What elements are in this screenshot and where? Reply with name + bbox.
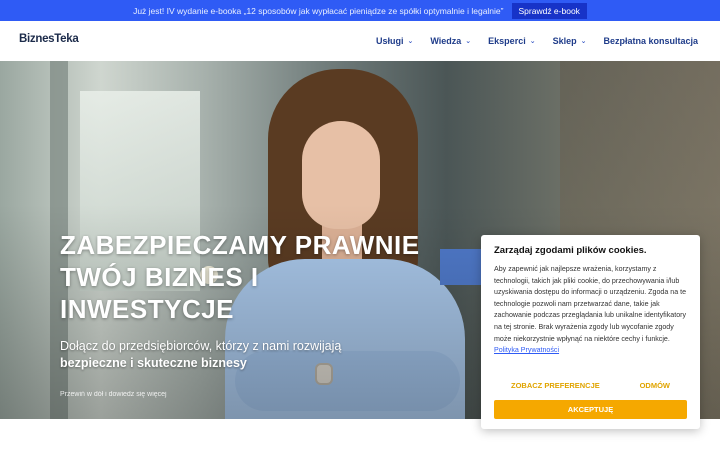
hero-title-line: ZABEZPIECZAMY PRAWNIE <box>60 230 420 260</box>
hero-title-line: TWÓJ BIZNES I <box>60 262 259 292</box>
privacy-policy-link[interactable]: Polityka Prywatności <box>494 346 559 354</box>
nav-item-label: Wiedza <box>430 36 462 46</box>
nav-item-label: Eksperci <box>488 36 526 46</box>
hero-subtitle-bold: bezpieczne i skuteczne biznesy <box>60 356 247 370</box>
chevron-down-icon: ⌄ <box>529 38 536 45</box>
hero-title: ZABEZPIECZAMY PRAWNIE TWÓJ BIZNES I INWE… <box>60 229 440 325</box>
cookie-body: Aby zapewnić jak najlepsze wrażenia, kor… <box>494 264 687 357</box>
cookie-accept-button[interactable]: AKCEPTUJĘ <box>494 400 687 419</box>
site-header: BiznesTeka Usługi ⌄ Wiedza ⌄ Eksperci ⌄ … <box>0 21 720 61</box>
cookie-actions: ZOBACZ PREFERENCJE ODMÓW <box>494 381 687 390</box>
nav-item-sklep[interactable]: Sklep ⌄ <box>553 36 587 46</box>
nav-item-label: Usługi <box>375 36 404 46</box>
chevron-down-icon: ⌄ <box>407 38 414 45</box>
promo-text: Już jest! IV wydanie e-booka „12 sposobó… <box>133 5 504 16</box>
cookie-body-text: Aby zapewnić jak najlepsze wrażenia, kor… <box>494 265 687 343</box>
promo-bar: Już jest! IV wydanie e-booka „12 sposobó… <box>0 0 720 21</box>
nav-item-label: Bezpłatna konsultacja <box>603 36 698 46</box>
hero-title-line: INWESTYCJE <box>60 294 235 324</box>
nav-item-wiedza[interactable]: Wiedza ⌄ <box>430 36 471 46</box>
nav-item-uslugi[interactable]: Usługi ⌄ <box>376 36 413 46</box>
cookie-deny-button[interactable]: ODMÓW <box>640 381 670 390</box>
cookie-preferences-button[interactable]: ZOBACZ PREFERENCJE <box>511 381 600 390</box>
nav-item-konsultacja[interactable]: Bezpłatna konsultacja <box>603 36 698 46</box>
cookie-title: Zarządaj zgodami plików cookies. <box>494 245 647 256</box>
main-nav: Usługi ⌄ Wiedza ⌄ Eksperci ⌄ Sklep ⌄ Bez… <box>376 21 698 61</box>
scroll-hint[interactable]: Przewiń w dół i dowiedz się więcej <box>60 391 167 398</box>
cookie-consent-dialog: Zarządaj zgodami plików cookies. Aby zap… <box>481 235 700 429</box>
chevron-down-icon: ⌄ <box>465 38 472 45</box>
chevron-down-icon: ⌄ <box>580 38 587 45</box>
promo-ebook-button[interactable]: Sprawdź e-book <box>511 2 587 19</box>
nav-item-label: Sklep <box>552 36 577 46</box>
hero-subtitle: Dołącz do przedsiębiorców, którzy z nami… <box>60 339 342 353</box>
nav-item-eksperci[interactable]: Eksperci ⌄ <box>488 36 535 46</box>
site-logo[interactable]: BiznesTeka <box>19 33 79 45</box>
